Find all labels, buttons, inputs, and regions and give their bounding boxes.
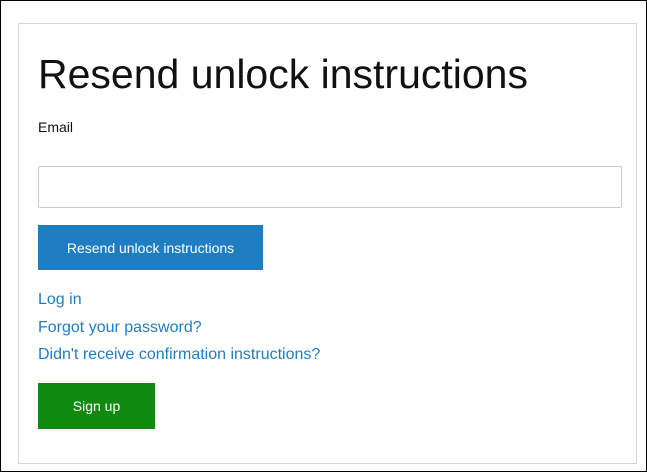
sign-up-button[interactable]: Sign up: [38, 383, 155, 429]
login-link[interactable]: Log in: [38, 290, 82, 310]
confirmation-instructions-link[interactable]: Didn't receive confirmation instructions…: [38, 345, 320, 365]
unlock-form-card: Resend unlock instructions Email Resend …: [18, 23, 637, 464]
screenshot-frame: Resend unlock instructions Email Resend …: [0, 0, 647, 472]
forgot-password-link[interactable]: Forgot your password?: [38, 318, 202, 338]
resend-unlock-instructions-button[interactable]: Resend unlock instructions: [38, 225, 263, 270]
email-input[interactable]: [38, 166, 622, 208]
page-title: Resend unlock instructions: [38, 51, 528, 97]
email-label: Email: [38, 119, 74, 135]
